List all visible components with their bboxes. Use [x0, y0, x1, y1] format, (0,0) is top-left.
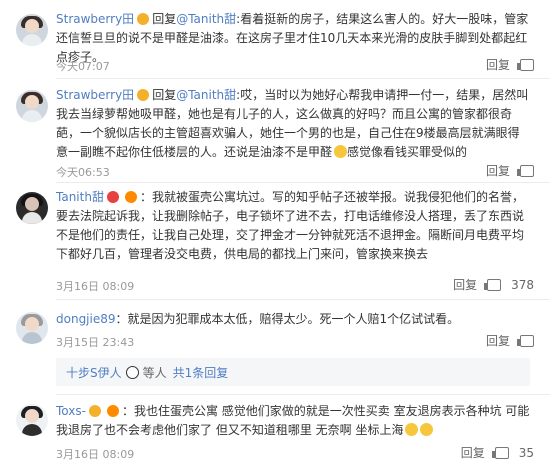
- avatar[interactable]: [16, 312, 48, 344]
- comment-actions: 回复: [486, 162, 534, 179]
- sub-reply-link[interactable]: 共1条回复: [173, 364, 229, 381]
- divider: [56, 299, 550, 300]
- vip-badge-icon: [137, 89, 150, 101]
- reply-to-link[interactable]: @Tanith甜: [176, 12, 236, 26]
- comment-time: 今天07:07: [56, 60, 110, 73]
- sub-reply-summary[interactable]: 十步S伊人 等人 共1条回复: [56, 358, 530, 386]
- level-badge-icon: [124, 191, 137, 203]
- comment-body: dongjie89：就是因为犯罪成本太低，赔得太少。死一个人赔1个亿试试看。: [56, 310, 530, 329]
- comment-text: ：就是因为犯罪成本太低，赔得太少。死一个人赔1个亿试试看。: [115, 312, 460, 326]
- reply-button[interactable]: 回复: [461, 444, 485, 461]
- comment-body: Strawberry田 回复@Tanith甜:看着挺新的房子，结果这么害人的。好大…: [56, 10, 530, 67]
- avatar[interactable]: [16, 192, 48, 224]
- comment-actions: 回复: [486, 56, 534, 73]
- avatar[interactable]: [16, 404, 48, 436]
- comment-text: ：我也住蛋壳公寓 感觉他们家做的就是一次性买卖 室友退房表示各种坑 可能我退房了…: [56, 404, 530, 437]
- like-icon[interactable]: [484, 278, 502, 291]
- divider: [56, 182, 550, 183]
- username-link[interactable]: dongjie89: [56, 312, 116, 326]
- vip-badge-icon: [106, 191, 119, 203]
- sweat-emoji-icon: [334, 145, 348, 158]
- divider: [56, 394, 550, 395]
- panda-emoji-icon: [125, 365, 139, 379]
- reply-to-link[interactable]: @Tanith甜: [176, 88, 236, 102]
- username-link[interactable]: Toxs-: [56, 404, 86, 418]
- comment-time: 3月16日 08:09: [56, 448, 135, 461]
- comment-actions: 回复 378: [453, 276, 534, 293]
- comment-actions: 回复: [486, 332, 534, 349]
- comment-actions: 回复 35: [461, 444, 534, 461]
- sub-reply-mid: 等人: [142, 365, 167, 380]
- comment-time: 3月15日 23:43: [56, 336, 135, 349]
- username-link[interactable]: Strawberry田: [56, 12, 134, 26]
- username-link[interactable]: Tanith甜: [56, 190, 104, 204]
- reply-prefix: 回复: [152, 12, 177, 26]
- reply-button[interactable]: 回复: [453, 276, 477, 293]
- like-icon[interactable]: [517, 164, 534, 177]
- avatar[interactable]: [16, 14, 48, 46]
- comment-body: Strawberry田 回复@Tanith甜:哎，当时以为她好心帮我申请押一付一，…: [56, 86, 530, 162]
- like-icon[interactable]: [517, 58, 534, 71]
- comment-body: Tanith甜 ：我就被蛋壳公寓坑过。写的知乎帖子还被举报。说我侵犯他们的名誉，要…: [56, 188, 530, 264]
- reply-button[interactable]: 回复: [486, 56, 510, 73]
- cry-emoji-icon: [420, 423, 434, 436]
- like-count: 378: [511, 277, 534, 292]
- comment-text-tail: 感觉像看钱买罪受似的: [347, 145, 468, 159]
- like-icon[interactable]: [491, 446, 509, 459]
- comment-body: Toxs- ：我也住蛋壳公寓 感觉他们家做的就是一次性买卖 室友退房表示各种坑 可…: [56, 402, 530, 440]
- vip-badge-icon: [88, 405, 101, 417]
- reply-prefix: 回复: [152, 88, 177, 102]
- level-badge-icon: [106, 405, 119, 417]
- like-count: 35: [518, 445, 534, 460]
- like-icon[interactable]: [517, 334, 534, 347]
- avatar[interactable]: [16, 90, 48, 122]
- vip-badge-icon: [137, 13, 150, 25]
- comment-time: 3月16日 08:09: [56, 280, 135, 293]
- reply-button[interactable]: 回复: [486, 332, 510, 349]
- divider: [56, 78, 550, 79]
- reply-button[interactable]: 回复: [486, 162, 510, 179]
- comment-time: 今天06:53: [56, 166, 110, 179]
- sub-reply-user[interactable]: 十步S伊人: [66, 364, 122, 381]
- cry-emoji-icon: [405, 423, 419, 436]
- username-link[interactable]: Strawberry田: [56, 88, 134, 102]
